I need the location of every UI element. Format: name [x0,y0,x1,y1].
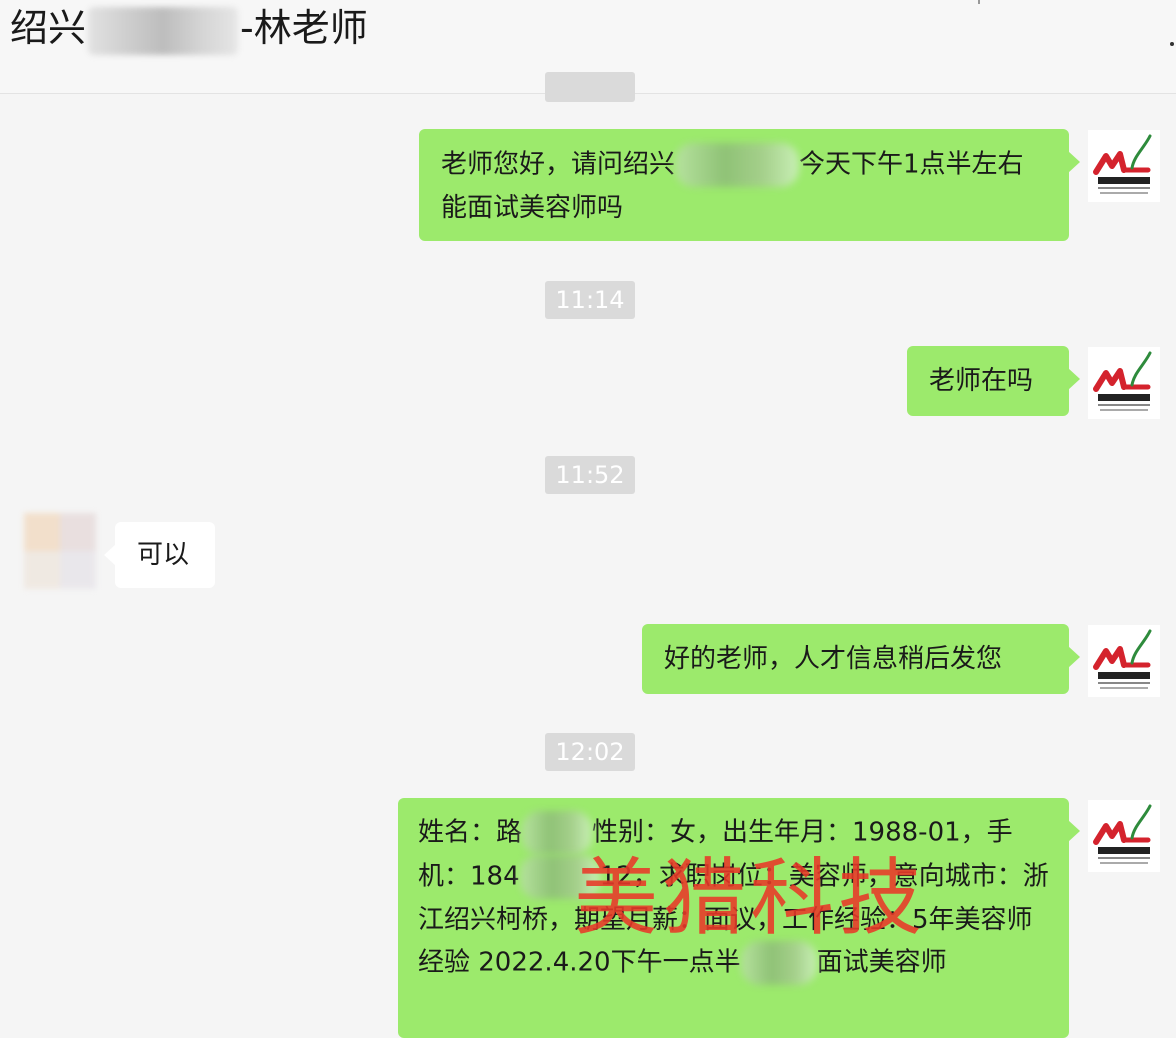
message-text: 姓名：路 [418,817,523,848]
timestamp: 11:52 [545,456,635,494]
message-bubble-received[interactable]: 可以 [104,522,215,588]
more-options-icon[interactable] [1170,42,1174,46]
timestamp-partial [545,72,635,102]
message-bubble-sent[interactable]: 姓名：路 性别：女，出生年月：1988-01，手机：184 12，求职岗位：美容师，… [398,798,1080,1038]
ml-logo-icon [1093,351,1152,411]
message-blurred-segment [740,941,817,985]
avatar-self[interactable] [1088,625,1160,697]
timestamp: 12:02 [545,733,635,771]
chat-title-suffix: -林老师 [240,6,368,50]
message-text: 好的老师，人才信息稍后发您 [664,644,1003,674]
ml-logo-icon [1093,134,1152,194]
message-text: 面试美容师 [816,947,947,978]
message-blurred-segment [675,143,800,187]
message-text: 可以 [137,540,190,570]
avatar-self[interactable] [1088,800,1160,872]
message-bubble-sent[interactable]: 好的老师，人才信息稍后发您 [642,624,1080,694]
message-text: 老师您好，请问绍兴 [441,149,676,180]
avatar-contact[interactable] [24,513,96,589]
chat-title-prefix: 绍兴 [10,6,87,50]
header-divider-mark [978,0,980,4]
message-blurred-segment [522,811,593,855]
ml-logo-icon [1093,629,1152,689]
timestamp: 11:14 [545,281,635,319]
title-blurred-segment [88,6,239,55]
message-bubble-sent[interactable]: 老师您好，请问绍兴 今天下午1点半左右能面试美容师吗 [419,129,1080,241]
avatar-self[interactable] [1088,347,1160,419]
ml-logo-icon [1093,804,1152,864]
message-text: 老师在吗 [929,366,1034,396]
message-bubble-sent[interactable]: 老师在吗 [907,346,1080,416]
avatar-self[interactable] [1088,130,1160,202]
chat-title: 绍兴 -林老师 [10,6,368,55]
message-blurred-segment [519,855,600,899]
